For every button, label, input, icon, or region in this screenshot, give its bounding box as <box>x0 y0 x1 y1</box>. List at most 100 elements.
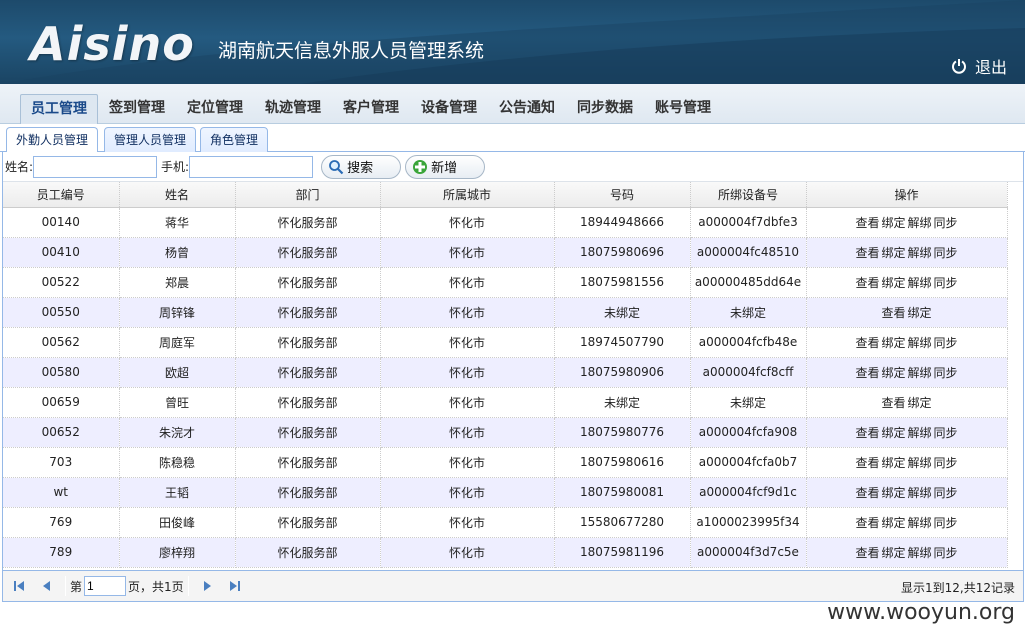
nav-item[interactable]: 同步数据 <box>566 94 644 124</box>
table-row[interactable]: 00562 周庭军 怀化服务部 怀化市 18974507790 a000004fcfb48… <box>3 327 1008 358</box>
tab-roles[interactable]: 角色管理 <box>200 127 269 153</box>
table-row[interactable]: wt 王韬 怀化服务部 怀化市 18075980081 a000004fcf9d1c 查看绑… <box>3 477 1008 508</box>
row-action-link[interactable]: 查看 <box>855 426 879 440</box>
page-number-input[interactable] <box>84 576 127 596</box>
row-action-link[interactable]: 解绑 <box>908 246 932 260</box>
row-action-link[interactable]: 绑定 <box>881 216 905 230</box>
row-action-link[interactable]: 解绑 <box>908 216 932 230</box>
cell-actions: 查看 绑定 解绑 同步 <box>806 267 1008 298</box>
cell-actions: 查看 绑定 解绑 同步 <box>806 447 1008 478</box>
nav-item[interactable]: 签到管理 <box>98 94 176 124</box>
col-city[interactable]: 所属城市 <box>380 182 555 208</box>
nav-item[interactable]: 员工管理 <box>20 94 98 124</box>
search-button[interactable]: 搜索 <box>321 154 402 179</box>
row-action-link[interactable]: 查看 <box>855 486 879 500</box>
col-department[interactable]: 部门 <box>235 182 381 208</box>
row-action-link[interactable]: 绑定 <box>881 276 905 290</box>
cell-actions: 查看 绑定 解绑 同步 <box>806 507 1008 538</box>
sub-tabs: 外勤人员管理 管理人员管理 角色管理 <box>0 124 1025 153</box>
row-action-link[interactable]: 绑定 <box>881 456 905 470</box>
row-action-link[interactable]: 查看 <box>881 396 905 410</box>
row-action-link[interactable]: 查看 <box>855 456 879 470</box>
table-row[interactable]: 00550 周锌锋 怀化服务部 怀化市 未绑定 未绑定 查看 绑定 <box>3 297 1008 328</box>
row-action-link[interactable]: 解绑 <box>908 276 932 290</box>
page-prefix: 第 <box>70 579 83 594</box>
row-action-link[interactable]: 同步 <box>934 336 958 350</box>
row-action-link[interactable]: 绑定 <box>881 426 905 440</box>
watermark: www.wooyun.org <box>827 600 1015 625</box>
cell-device: a00000485dd64e <box>690 267 807 298</box>
row-action-link[interactable]: 同步 <box>934 426 958 440</box>
row-action-link[interactable]: 绑定 <box>881 486 905 500</box>
row-action-link[interactable]: 解绑 <box>908 486 932 500</box>
col-device[interactable]: 所绑设备号 <box>690 182 807 208</box>
row-action-link[interactable]: 绑定 <box>881 246 905 260</box>
row-action-link[interactable]: 同步 <box>934 456 958 470</box>
row-action-link[interactable]: 解绑 <box>908 426 932 440</box>
row-action-link[interactable]: 解绑 <box>908 456 932 470</box>
row-action-link[interactable]: 绑定 <box>908 306 932 320</box>
row-action-link[interactable]: 解绑 <box>908 336 932 350</box>
row-action-link[interactable]: 同步 <box>934 486 958 500</box>
row-action-link[interactable]: 绑定 <box>881 546 905 560</box>
cell-employee-id: wt <box>3 477 120 508</box>
row-action-link[interactable]: 查看 <box>855 336 879 350</box>
row-action-link[interactable]: 查看 <box>855 276 879 290</box>
nav-item[interactable]: 设备管理 <box>410 94 488 124</box>
nav-item[interactable]: 定位管理 <box>176 94 254 124</box>
col-name[interactable]: 姓名 <box>119 182 236 208</box>
last-page-icon[interactable] <box>227 578 243 594</box>
row-action-link[interactable]: 绑定 <box>881 366 905 380</box>
first-page-icon[interactable] <box>11 578 27 594</box>
table-row[interactable]: 00140 蒋华 怀化服务部 怀化市 18944948666 a000004f7dbfe3… <box>3 207 1008 238</box>
row-action-link[interactable]: 同步 <box>934 516 958 530</box>
cell-phone: 15580677280 <box>554 507 691 538</box>
logout-button[interactable]: 退出 <box>951 54 1007 78</box>
next-page-icon[interactable] <box>199 578 215 594</box>
row-action-link[interactable]: 查看 <box>855 546 879 560</box>
cell-employee-id: 00410 <box>3 237 120 268</box>
page-suffix: 页，共1页 <box>128 579 184 594</box>
table-row[interactable]: 789 廖梓翔 怀化服务部 怀化市 18075981196 a000004f3d7c5e 查… <box>3 537 1008 568</box>
add-button[interactable]: 新增 <box>405 154 486 179</box>
cell-city: 怀化市 <box>380 537 555 568</box>
prev-page-icon[interactable] <box>39 578 55 594</box>
nav-item[interactable]: 账号管理 <box>644 94 722 124</box>
cell-phone: 18944948666 <box>554 207 691 238</box>
cell-department: 怀化服务部 <box>235 207 381 238</box>
nav-item[interactable]: 轨迹管理 <box>254 94 332 124</box>
row-action-link[interactable]: 同步 <box>934 366 958 380</box>
row-action-link[interactable]: 查看 <box>855 216 879 230</box>
row-action-link[interactable]: 同步 <box>934 276 958 290</box>
table-row[interactable]: 00652 朱浣才 怀化服务部 怀化市 18075980776 a000004fcfa90… <box>3 417 1008 448</box>
row-action-link[interactable]: 查看 <box>855 516 879 530</box>
table-row[interactable]: 00522 郑晨 怀化服务部 怀化市 18075981556 a00000485dd64e… <box>3 267 1008 298</box>
row-action-link[interactable]: 查看 <box>855 246 879 260</box>
table-row[interactable]: 00410 杨曾 怀化服务部 怀化市 18075980696 a000004fc48510… <box>3 237 1008 268</box>
phone-input[interactable] <box>189 155 314 178</box>
col-employee-id[interactable]: 员工编号 <box>3 182 120 208</box>
row-action-link[interactable]: 同步 <box>934 216 958 230</box>
col-phone[interactable]: 号码 <box>554 182 691 208</box>
tab-field-staff[interactable]: 外勤人员管理 <box>6 127 99 153</box>
row-action-link[interactable]: 绑定 <box>908 396 932 410</box>
table-row[interactable]: 769 田俊峰 怀化服务部 怀化市 15580677280 a1000023995f34 查… <box>3 507 1008 538</box>
row-action-link[interactable]: 同步 <box>934 546 958 560</box>
row-action-link[interactable]: 绑定 <box>881 516 905 530</box>
row-action-link[interactable]: 查看 <box>881 306 905 320</box>
nav-item[interactable]: 公告通知 <box>488 94 566 124</box>
row-action-link[interactable]: 同步 <box>934 246 958 260</box>
row-action-link[interactable]: 解绑 <box>908 546 932 560</box>
row-action-link[interactable]: 解绑 <box>908 366 932 380</box>
cell-name: 曾旺 <box>119 387 236 418</box>
tab-admin-staff[interactable]: 管理人员管理 <box>104 127 197 153</box>
row-action-link[interactable]: 解绑 <box>908 516 932 530</box>
cell-name: 朱浣才 <box>119 417 236 448</box>
row-action-link[interactable]: 绑定 <box>881 336 905 350</box>
row-action-link[interactable]: 查看 <box>855 366 879 380</box>
table-row[interactable]: 703 陈稳稳 怀化服务部 怀化市 18075980616 a000004fcfa0b7 查… <box>3 447 1008 478</box>
name-input[interactable] <box>33 155 158 178</box>
table-row[interactable]: 00659 曾旺 怀化服务部 怀化市 未绑定 未绑定 查看 绑定 <box>3 387 1008 418</box>
table-row[interactable]: 00580 欧超 怀化服务部 怀化市 18075980906 a000004fcf8cff… <box>3 357 1008 388</box>
nav-item[interactable]: 客户管理 <box>332 94 410 124</box>
